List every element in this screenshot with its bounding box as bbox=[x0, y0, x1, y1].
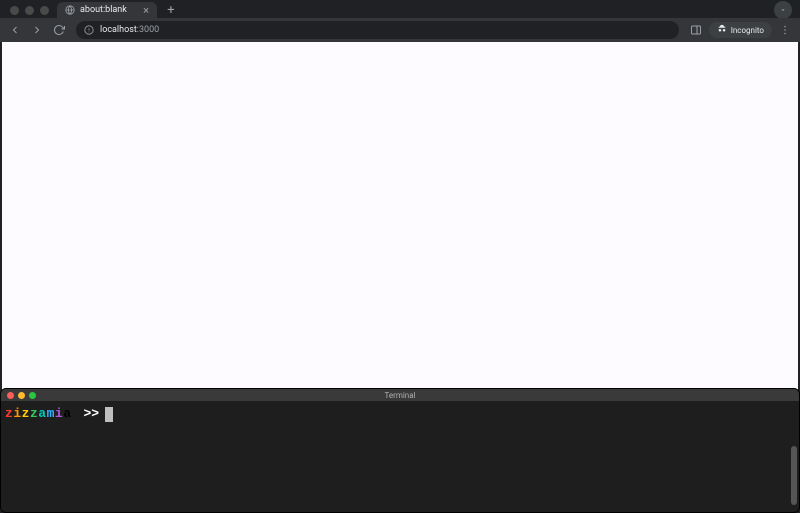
terminal-window: Terminal zizzamia >> bbox=[0, 388, 800, 513]
incognito-label: Incognito bbox=[731, 26, 764, 35]
window-controls bbox=[0, 6, 49, 15]
terminal-prompt-symbol: >> bbox=[84, 405, 100, 423]
minimize-window-button[interactable] bbox=[25, 6, 34, 15]
close-tab-button[interactable]: × bbox=[143, 5, 149, 16]
browser-tab[interactable]: about:blank × bbox=[57, 2, 157, 18]
terminal-window-controls bbox=[1, 392, 36, 399]
address-bar[interactable]: localhost:3000 bbox=[76, 21, 679, 39]
forward-button[interactable] bbox=[28, 21, 46, 39]
terminal-user: zizzamia bbox=[5, 405, 72, 423]
tab-strip: about:blank × + bbox=[0, 0, 800, 18]
terminal-minimize-button[interactable] bbox=[18, 392, 25, 399]
tab-title: about:blank bbox=[80, 5, 138, 15]
terminal-maximize-button[interactable] bbox=[29, 392, 36, 399]
incognito-icon bbox=[717, 24, 727, 36]
terminal-cursor bbox=[105, 407, 113, 422]
terminal-close-button[interactable] bbox=[7, 392, 14, 399]
terminal-titlebar[interactable]: Terminal bbox=[1, 389, 799, 401]
site-info-icon[interactable] bbox=[84, 25, 94, 35]
terminal-title: Terminal bbox=[384, 391, 415, 400]
toolbar-right: Incognito bbox=[687, 21, 794, 39]
url-text: localhost:3000 bbox=[100, 25, 159, 35]
incognito-badge[interactable]: Incognito bbox=[709, 22, 772, 38]
close-window-button[interactable] bbox=[10, 6, 19, 15]
globe-icon bbox=[65, 5, 75, 15]
browser-menu-button[interactable] bbox=[776, 21, 794, 39]
terminal-scrollbar[interactable] bbox=[791, 403, 797, 510]
back-button[interactable] bbox=[6, 21, 24, 39]
tabs-dropdown-button[interactable] bbox=[774, 1, 792, 19]
side-panel-button[interactable] bbox=[687, 21, 705, 39]
maximize-window-button[interactable] bbox=[40, 6, 49, 15]
new-tab-button[interactable]: + bbox=[163, 2, 179, 18]
browser-toolbar: localhost:3000 Incognito bbox=[0, 18, 800, 42]
terminal-body[interactable]: zizzamia >> bbox=[1, 401, 799, 427]
terminal-scrollbar-thumb[interactable] bbox=[791, 446, 797, 505]
reload-button[interactable] bbox=[50, 21, 68, 39]
